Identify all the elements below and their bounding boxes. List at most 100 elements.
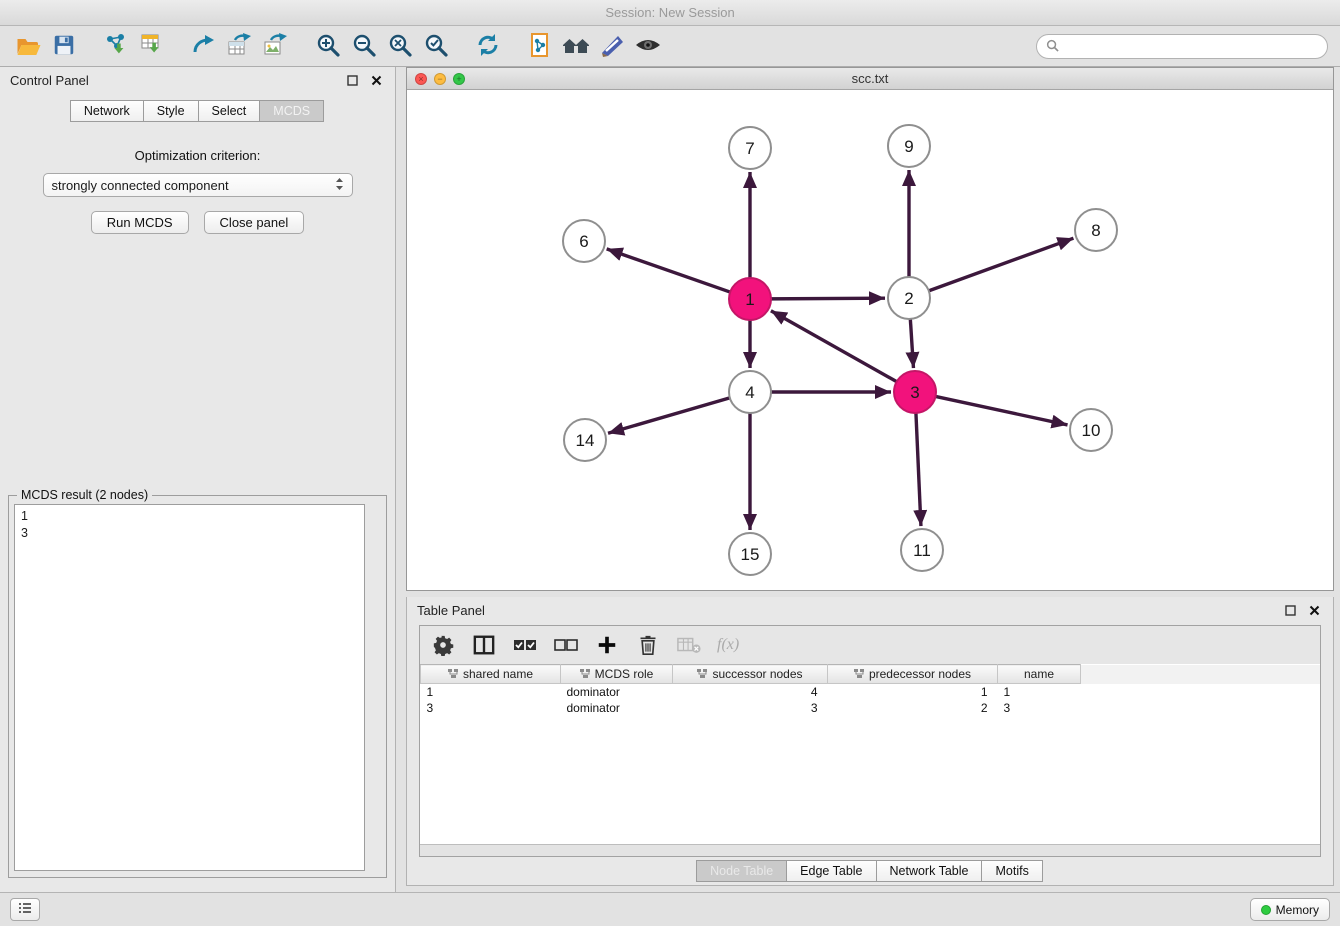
mcds-result-group: MCDS result (2 nodes) 1 3	[8, 495, 387, 878]
memory-button[interactable]: Memory	[1250, 898, 1330, 921]
tab-motifs[interactable]: Motifs	[981, 860, 1042, 882]
select-all-button[interactable]	[512, 632, 538, 658]
graph-node-9[interactable]: 9	[888, 125, 930, 167]
eye-button[interactable]	[630, 30, 666, 62]
graph-edge-3-11[interactable]	[916, 410, 921, 526]
table-cell[interactable]: 3	[421, 700, 561, 716]
home-button[interactable]	[558, 30, 594, 62]
tab-style[interactable]: Style	[143, 100, 199, 122]
zoom-selected-button[interactable]	[418, 30, 454, 62]
command-panel-button[interactable]	[10, 898, 40, 921]
save-session-button[interactable]	[46, 30, 82, 62]
table-empty-area	[420, 716, 1320, 845]
zoom-fit-button[interactable]	[382, 30, 418, 62]
criterion-dropdown[interactable]: strongly connected component	[43, 173, 353, 197]
apply-layout-button[interactable]	[470, 30, 506, 62]
tab-network-table[interactable]: Network Table	[876, 860, 983, 882]
graph-edge-3-1[interactable]	[771, 311, 899, 383]
graph-edge-1-6[interactable]	[607, 249, 733, 293]
table-cell[interactable]: 2	[828, 700, 998, 716]
table-cell[interactable]: 3	[998, 700, 1081, 716]
search-box[interactable]	[1036, 34, 1328, 59]
float-table-panel-button[interactable]	[1282, 602, 1299, 619]
table-cell[interactable]: 1	[828, 684, 998, 700]
graph-node-label: 1	[745, 290, 754, 309]
home-icon	[562, 33, 590, 60]
maximize-window-button[interactable]: +	[453, 73, 465, 85]
table-settings-button[interactable]	[430, 632, 456, 658]
import-network-button[interactable]	[98, 30, 134, 62]
optimization-criterion-label: Optimization criterion:	[0, 148, 395, 163]
import-table-button[interactable]	[134, 30, 170, 62]
export-image-icon	[263, 32, 289, 61]
open-session-button[interactable]	[10, 30, 46, 62]
float-panel-button[interactable]	[344, 72, 361, 89]
export-image-button[interactable]	[258, 30, 294, 62]
tab-node-table[interactable]: Node Table	[696, 860, 787, 882]
graph-node-8[interactable]: 8	[1075, 209, 1117, 251]
export-network-button[interactable]	[186, 30, 222, 62]
column-header-successor-nodes[interactable]: successor nodes	[673, 665, 828, 684]
table-cell[interactable]: 3	[673, 700, 828, 716]
minimize-window-button[interactable]: −	[434, 73, 446, 85]
graph-edge-2-3[interactable]	[910, 316, 913, 368]
graph-node-4[interactable]: 4	[729, 371, 771, 413]
graph-node-15[interactable]: 15	[729, 533, 771, 575]
table-horizontal-scrollbar[interactable]	[420, 844, 1320, 856]
control-panel-title: Control Panel	[10, 73, 89, 88]
close-panel-button[interactable]: Close panel	[204, 211, 305, 234]
network-view-window: × − + scc.txt 7968124314101511	[406, 67, 1334, 591]
delete-table-button[interactable]	[676, 632, 702, 658]
table-cell[interactable]: 4	[673, 684, 828, 700]
graph-edge-3-10[interactable]	[933, 396, 1068, 425]
close-table-panel-button[interactable]	[1306, 602, 1323, 619]
run-mcds-button[interactable]: Run MCDS	[91, 211, 189, 234]
table-header-row: shared name MCDS role successor nodes pr…	[421, 665, 1321, 684]
graph-edge-4-14[interactable]	[608, 397, 733, 433]
style-brush-button[interactable]	[594, 30, 630, 62]
list-icon	[18, 902, 32, 917]
graph-node-11[interactable]: 11	[901, 529, 943, 571]
tab-mcds[interactable]: MCDS	[259, 100, 324, 122]
graph-node-1[interactable]: 1	[729, 278, 771, 320]
zoom-out-button[interactable]	[346, 30, 382, 62]
graph-node-7[interactable]: 7	[729, 127, 771, 169]
graph-node-2[interactable]: 2	[888, 277, 930, 319]
table-row[interactable]: 1dominator411	[421, 684, 1321, 700]
graph-edge-2-8[interactable]	[926, 238, 1074, 292]
graph-node-14[interactable]: 14	[564, 419, 606, 461]
tab-edge-table[interactable]: Edge Table	[786, 860, 876, 882]
table-cell[interactable]: 1	[421, 684, 561, 700]
column-header-predecessor-nodes[interactable]: predecessor nodes	[828, 665, 998, 684]
tab-select[interactable]: Select	[198, 100, 261, 122]
add-column-button[interactable]	[594, 632, 620, 658]
zoom-in-button[interactable]	[310, 30, 346, 62]
network-document-button[interactable]	[522, 30, 558, 62]
column-header-mcds-role[interactable]: MCDS role	[561, 665, 673, 684]
column-header-name[interactable]: name	[998, 665, 1081, 684]
graph-node-6[interactable]: 6	[563, 220, 605, 262]
mcds-result-textarea[interactable]: 1 3	[14, 504, 365, 871]
delete-column-button[interactable]	[635, 632, 661, 658]
table-cell[interactable]: dominator	[561, 684, 673, 700]
fit-columns-button[interactable]	[471, 632, 497, 658]
search-input[interactable]	[1064, 40, 1318, 54]
function-builder-button[interactable]: f(x)	[717, 636, 739, 654]
main-area: Control Panel Network Style Select MCDS …	[0, 67, 1340, 892]
graph-edge-1-2[interactable]	[768, 298, 885, 299]
close-window-button[interactable]: ×	[415, 73, 427, 85]
network-graph[interactable]: 7 9 6 8 1 2 4 3 14 10 15 11	[407, 90, 1333, 590]
deselect-all-button[interactable]	[553, 632, 579, 658]
column-header-filler	[1081, 665, 1321, 684]
tab-network[interactable]: Network	[70, 100, 144, 122]
mcds-result-title: MCDS result (2 nodes)	[17, 488, 152, 502]
close-panel-icon-button[interactable]	[368, 72, 385, 89]
result-line: 1	[21, 508, 358, 525]
column-header-shared-name[interactable]: shared name	[421, 665, 561, 684]
export-table-button[interactable]	[222, 30, 258, 62]
table-cell[interactable]: dominator	[561, 700, 673, 716]
graph-node-10[interactable]: 10	[1070, 409, 1112, 451]
table-row[interactable]: 3dominator323	[421, 700, 1321, 716]
table-cell[interactable]: 1	[998, 684, 1081, 700]
graph-node-3[interactable]: 3	[894, 371, 936, 413]
